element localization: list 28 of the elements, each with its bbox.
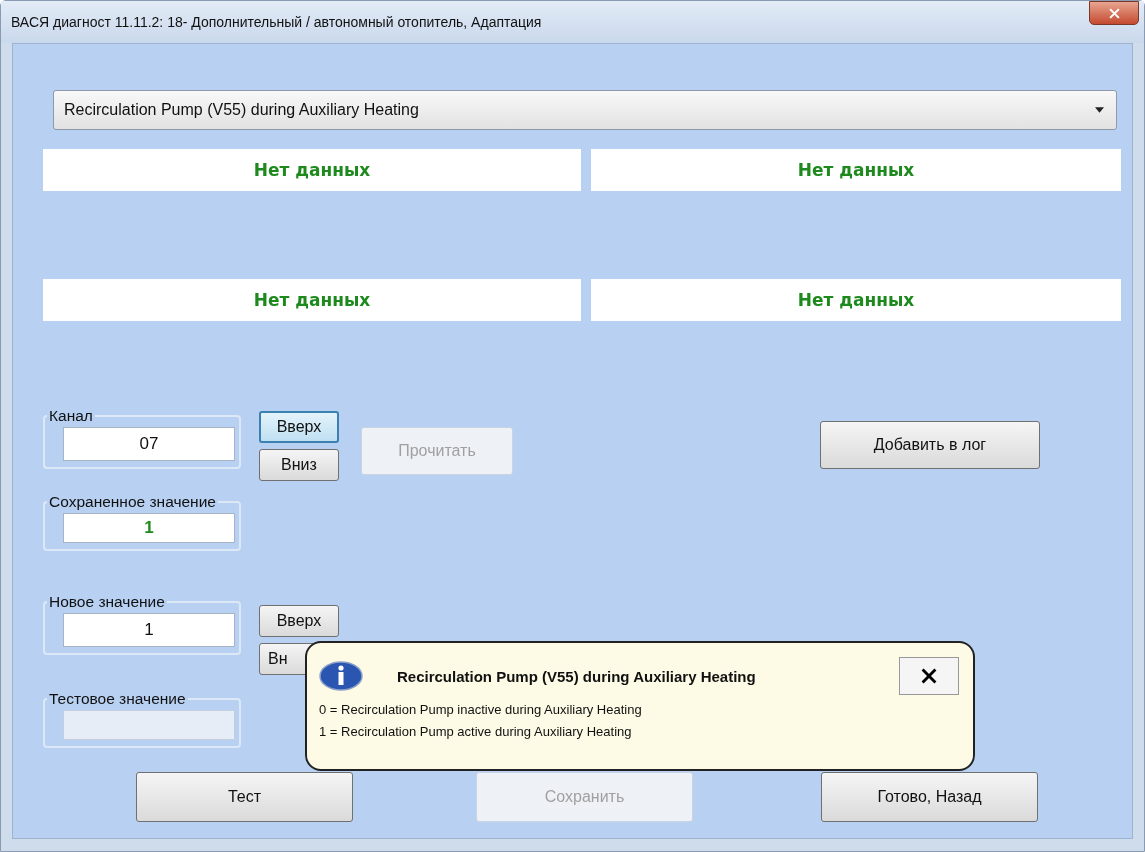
new-value-field[interactable]: 1	[63, 613, 235, 647]
window-title: ВАСЯ диагност 11.11.2: 18- Дополнительный / автономный отопитель, Адаптация	[11, 14, 542, 30]
down-button[interactable]: Вниз	[259, 449, 339, 481]
tooltip-title: Recirculation Pump (V55) during Auxiliary Heating	[397, 667, 757, 685]
tooltip-text: 1 = Recirculation Pump active during Auxiliary Heating	[319, 723, 633, 741]
close-icon	[1108, 7, 1120, 19]
readout-value: Нет данных	[591, 149, 1121, 191]
up-button[interactable]: Вверх	[259, 605, 339, 637]
dialog-button[interactable]: Готово, Назад	[821, 772, 1038, 822]
info-icon	[319, 661, 363, 691]
up-button[interactable]: Вверх	[259, 411, 339, 443]
readout-value: Нет данных	[43, 279, 581, 321]
close-button[interactable]	[899, 657, 959, 695]
tooltip-text: 0 = Recirculation Pump inactive during Auxiliary Heating	[319, 701, 643, 719]
close-icon	[921, 668, 937, 684]
readout-value: Нет данных	[43, 149, 581, 191]
group-label: Новое значение	[48, 593, 166, 611]
channel-field[interactable]: 07	[63, 427, 235, 461]
group-label: Канал	[48, 407, 94, 425]
group-label: Тестовое значение	[48, 690, 187, 708]
add-to-log-button[interactable]: Добавить в лог	[820, 421, 1040, 469]
parameter-dropdown[interactable]: Recirculation Pump (V55) during Auxiliary Heating	[53, 90, 1117, 130]
caret-icon	[1095, 107, 1104, 113]
close-button[interactable]	[1089, 1, 1139, 25]
group-label: Сохраненное значение	[48, 493, 217, 511]
saved-value-field[interactable]: 1	[63, 513, 235, 543]
readout-value: Нет данных	[591, 279, 1121, 321]
dialog-button[interactable]: Тест	[136, 772, 353, 822]
